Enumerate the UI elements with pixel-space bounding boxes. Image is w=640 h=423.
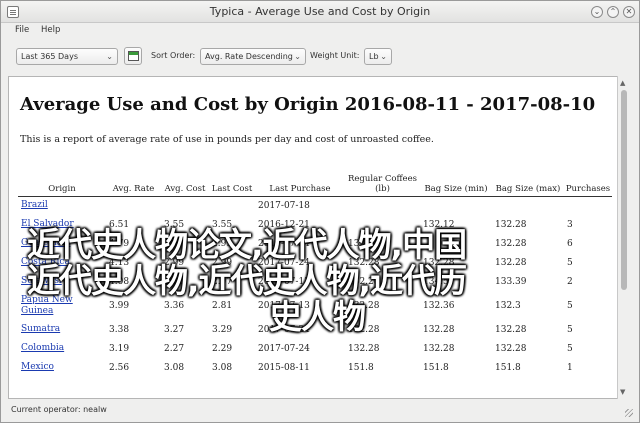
column-header: Purchases: [564, 162, 612, 197]
table-cell: [492, 196, 564, 215]
weight-unit-value: Lb: [369, 52, 379, 61]
table-cell: 2017-07-18: [258, 200, 310, 211]
table-cell: 3.08: [212, 362, 233, 373]
origin-link[interactable]: Colombia: [18, 339, 106, 358]
sort-order-label: Sort Order:: [151, 51, 196, 60]
scroll-up-icon[interactable]: ▲: [620, 79, 625, 87]
overlay-line: 近代史人物,近代史人物,近代历: [27, 261, 467, 300]
table-cell: 2.56: [109, 362, 130, 373]
table-cell: [209, 196, 255, 215]
table-cell: [106, 196, 161, 215]
sort-order-select[interactable]: Avg. Rate Descending ⌄: [200, 48, 306, 65]
minimize-icon[interactable]: ⌄: [591, 6, 603, 18]
column-header: Avg. Cost: [161, 162, 209, 197]
status-bar: Current operator: nealw: [1, 401, 639, 422]
origin-link[interactable]: Brazil: [18, 196, 106, 215]
report-title: Average Use and Cost by Origin 2016-08-1…: [20, 94, 596, 115]
scroll-thumb[interactable]: [621, 90, 627, 290]
title-bar: Typica - Average Use and Cost by Origin …: [1, 1, 639, 23]
weight-unit-select[interactable]: Lb ⌄: [364, 48, 392, 65]
chevron-down-icon: ⌄: [380, 52, 387, 61]
column-header: Origin: [18, 162, 106, 197]
vertical-scrollbar[interactable]: ▲ ▼: [617, 76, 629, 399]
sort-order-value: Avg. Rate Descending: [205, 52, 293, 61]
column-header: Last Cost: [209, 162, 255, 197]
table-cell: 151.8: [495, 362, 521, 373]
calendar-icon: [128, 51, 139, 61]
table-cell: 2015-08-11: [258, 362, 310, 373]
table-cell: 151.8: [348, 362, 374, 373]
column-header: Last Purchase: [255, 162, 345, 197]
weight-unit-label: Weight Unit:: [310, 51, 360, 60]
menu-help[interactable]: Help: [41, 25, 60, 35]
date-range-select[interactable]: Last 365 Days ⌄: [16, 48, 118, 65]
chevron-down-icon: ⌄: [106, 52, 113, 61]
table-cell: 132.28: [495, 343, 527, 354]
column-header: Bag Size (max): [492, 162, 564, 197]
maximize-icon[interactable]: ⌃: [607, 6, 619, 18]
overlay-line: 近代史人物论文,近代人物,中国: [27, 225, 467, 264]
table-cell: 2.29: [212, 343, 233, 354]
table-cell: 1: [567, 362, 573, 373]
table-row: Mexico 2.56 3.08 3.08 2015-08-11 151.8 151.8 15…: [18, 358, 612, 377]
chevron-down-icon: ⌄: [294, 52, 301, 61]
watermark-overlay: 近代史人物论文,近代人物,中国 近代史人物,近代史人物,近代历 史人物: [27, 227, 607, 335]
column-header: Bag Size (min): [420, 162, 492, 197]
table-cell: 2017-07-24: [258, 343, 310, 354]
close-icon[interactable]: ✕: [623, 6, 635, 18]
origin-link[interactable]: Mexico: [18, 358, 106, 377]
table-row: Brazil 2017-07-18: [18, 196, 612, 215]
table-cell: 5: [567, 343, 573, 354]
table-cell: [161, 196, 209, 215]
column-header: Regular Coffees (lb): [345, 162, 420, 197]
table-cell: 3.08: [164, 362, 185, 373]
app-window: Typica - Average Use and Cost by Origin …: [0, 0, 640, 423]
overlay-line: 史人物: [269, 297, 366, 336]
table-header-row: Origin Avg. Rate Avg. Cost Last Cost Las…: [18, 162, 612, 197]
table-cell: 151.8: [423, 362, 449, 373]
resize-grip-icon[interactable]: [625, 409, 633, 417]
date-range-value: Last 365 Days: [21, 52, 78, 61]
table-cell: 132.28: [423, 343, 455, 354]
table-cell: 3.19: [109, 343, 130, 354]
column-header: Avg. Rate: [106, 162, 161, 197]
table-cell: [420, 196, 492, 215]
toolbar: Last 365 Days ⌄ Sort Order: Avg. Rate De…: [1, 38, 639, 74]
table-cell: 132.28: [348, 343, 380, 354]
table-cell: [345, 196, 420, 215]
report-view[interactable]: Average Use and Cost by Origin 2016-08-1…: [8, 76, 628, 399]
report-description: This is a report of average rate of use …: [20, 134, 434, 145]
status-text: Current operator: nealw: [11, 405, 107, 414]
window-title: Typica - Average Use and Cost by Origin: [209, 5, 431, 18]
table-cell: [564, 196, 612, 215]
table-cell: 2.27: [164, 343, 185, 354]
table-row: Colombia 3.19 2.27 2.29 2017-07-24 132.28 132.…: [18, 339, 612, 358]
menu-bar: File Help: [1, 23, 639, 38]
menu-file[interactable]: File: [15, 25, 29, 35]
calendar-button[interactable]: [124, 47, 142, 65]
scroll-down-icon[interactable]: ▼: [620, 388, 625, 396]
